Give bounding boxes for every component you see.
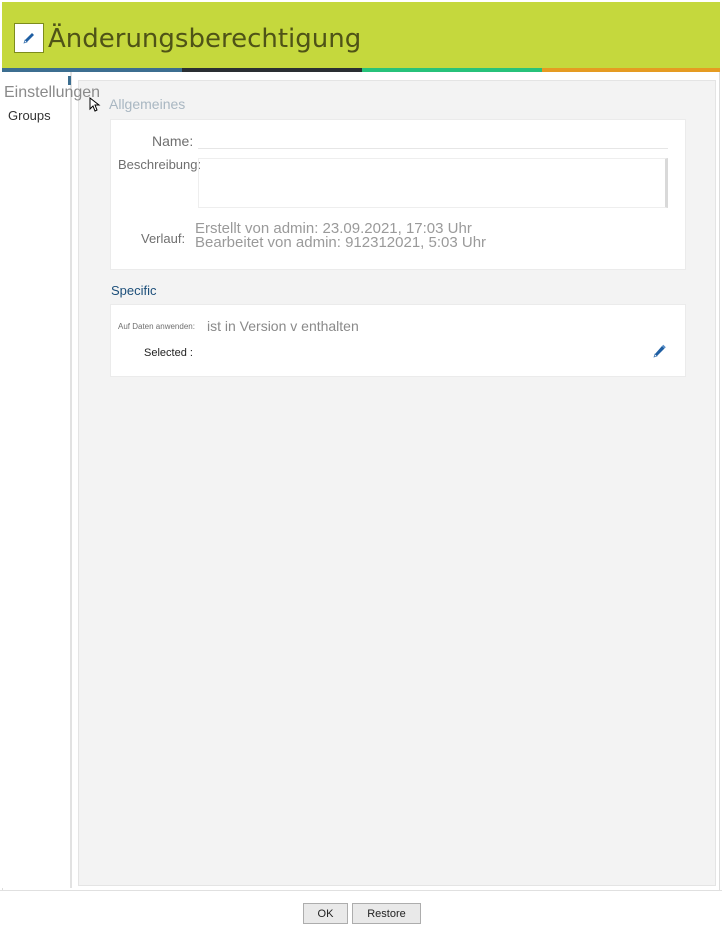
name-label: Name: xyxy=(152,133,194,149)
description-textarea[interactable] xyxy=(198,158,668,208)
selected-label: Selected : xyxy=(144,347,193,359)
history-label: Verlauf: xyxy=(141,231,186,246)
name-input[interactable] xyxy=(198,148,668,149)
dialog-footer: OK Restore xyxy=(0,890,722,930)
main-content: Allgemeines Name: Beschreibung: Verlauf:… xyxy=(78,80,716,886)
history-text: Erstellt von admin: 23.09.2021, 17:03 Uh… xyxy=(195,221,487,251)
section-title-specific[interactable]: Specific xyxy=(111,283,157,298)
history-edited: Bearbeitet von admin: 912312021, 5:03 Uh… xyxy=(195,234,487,251)
specific-panel: Auf Daten anwenden: ist in Version v ent… xyxy=(110,304,686,377)
pencil-icon xyxy=(14,23,44,53)
sidebar-item-groups[interactable]: Groups xyxy=(8,108,51,123)
description-label: Beschreibung: xyxy=(118,157,202,172)
apply-to-data-label: Auf Daten anwenden: xyxy=(118,322,195,331)
window-titlebar: Änderungsberechtigung xyxy=(2,2,720,68)
ok-button[interactable]: OK xyxy=(303,903,348,924)
general-panel: Name: Beschreibung: Verlauf: Erstellt vo… xyxy=(110,119,686,270)
mouse-cursor-icon xyxy=(89,96,101,112)
window-title: Änderungsberechtigung xyxy=(48,24,362,54)
restore-button[interactable]: Restore xyxy=(352,903,421,924)
section-title-allgemeines[interactable]: Allgemeines xyxy=(109,96,185,112)
apply-to-data-value[interactable]: ist in Version v enthalten xyxy=(207,318,359,334)
pencil-icon xyxy=(653,344,666,358)
sidebar: Groups xyxy=(2,72,72,888)
edit-selection-button[interactable] xyxy=(651,342,667,360)
tab-einstellungen[interactable]: Einstellungen xyxy=(4,84,100,102)
